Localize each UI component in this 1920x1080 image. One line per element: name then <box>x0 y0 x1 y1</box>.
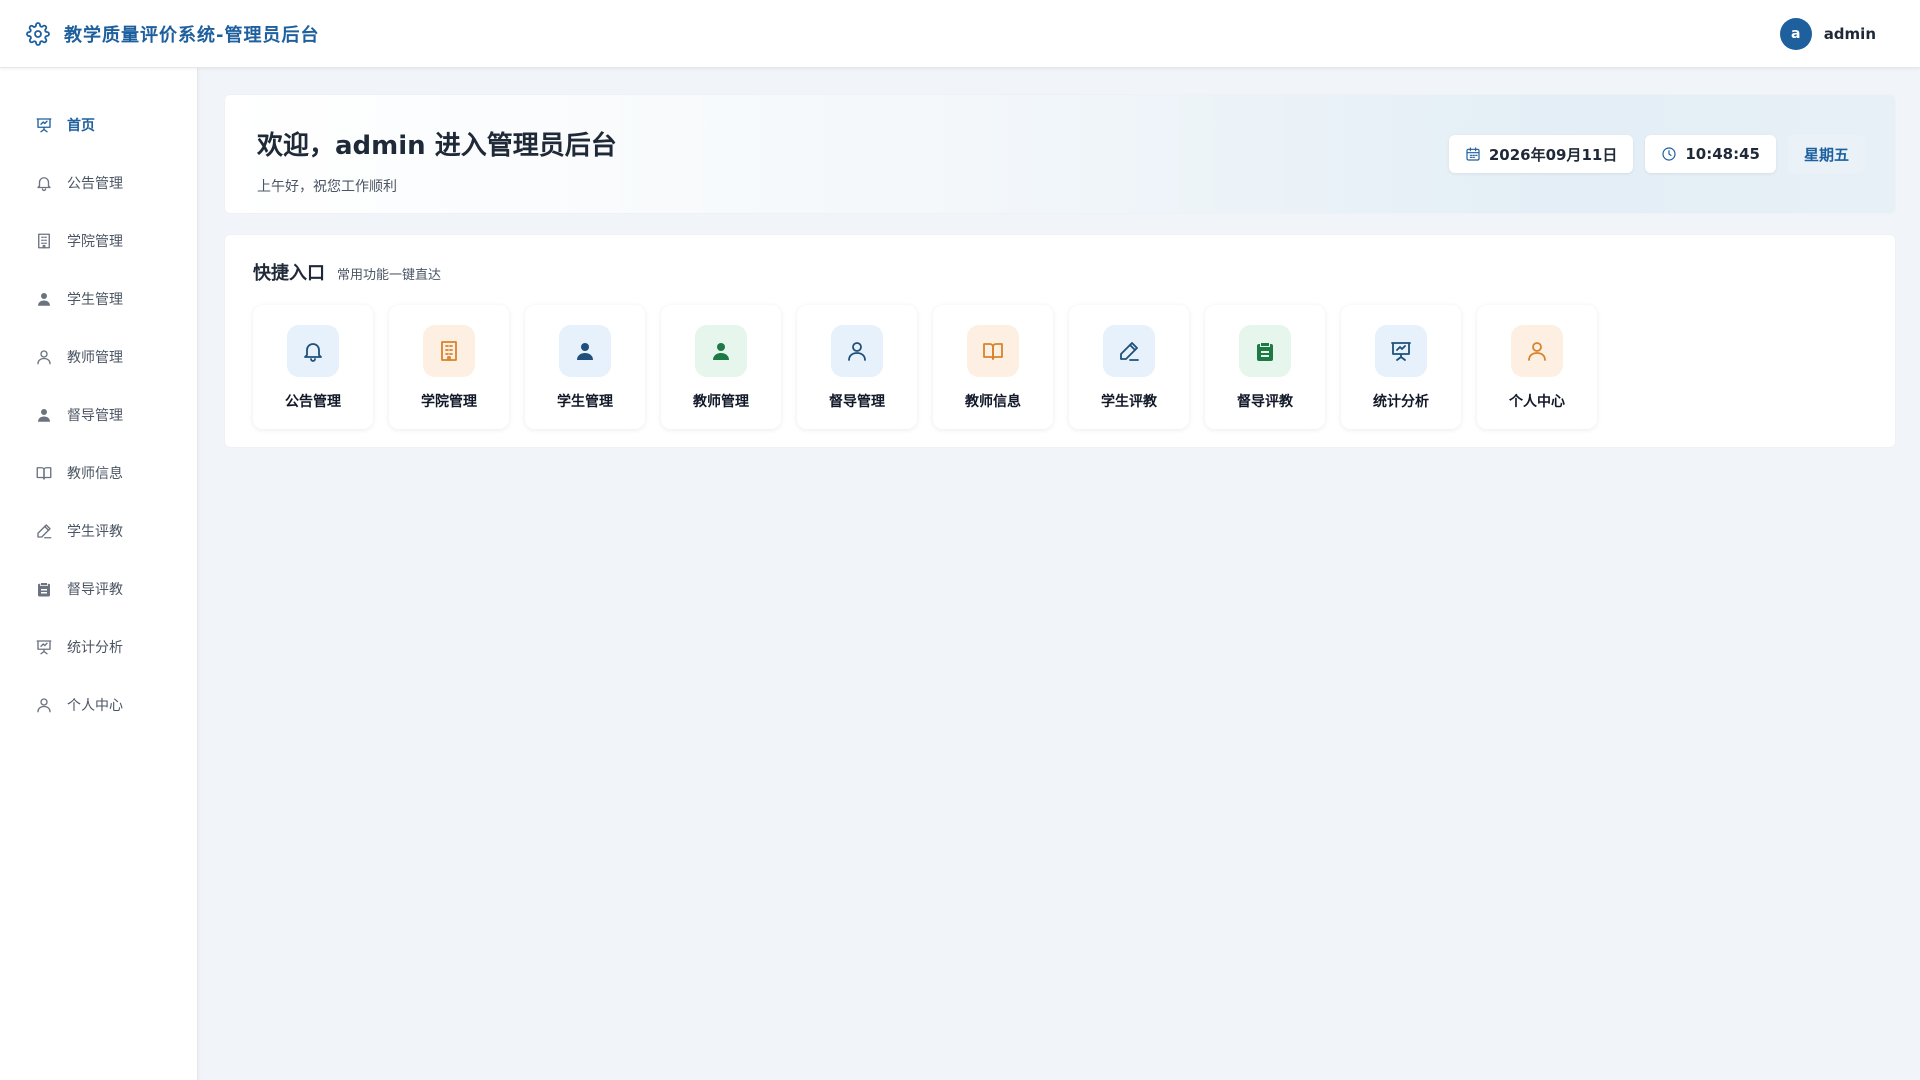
user-filled-icon <box>35 406 53 424</box>
sidebar-item-4[interactable]: 教师管理 <box>0 328 197 386</box>
sidebar-item-3[interactable]: 学生管理 <box>0 270 197 328</box>
sidebar-item-label: 学生管理 <box>67 292 123 308</box>
clipboard-icon <box>35 580 53 598</box>
time-text: 10:48:45 <box>1685 145 1760 163</box>
weekday-text: 星期五 <box>1803 145 1849 164</box>
weekday-chip: 星期五 <box>1787 135 1865 173</box>
pen-icon <box>1103 325 1155 377</box>
brand: 教学质量评价系统-管理员后台 <box>26 21 319 47</box>
sidebar-item-2[interactable]: 学院管理 <box>0 212 197 270</box>
quick-card-label: 学生评教 <box>1101 394 1157 410</box>
top-bar: 教学质量评价系统-管理员后台 a admin <box>0 0 1920 68</box>
date-time-chips: 2026年09月11日 10:48:45 星期五 <box>1448 135 1865 173</box>
clock-icon <box>1661 146 1677 162</box>
presentation-chart-icon <box>35 116 53 134</box>
sidebar-item-5[interactable]: 督导管理 <box>0 386 197 444</box>
quick-card-6[interactable]: 学生评教 <box>1069 305 1189 429</box>
user-filled-icon <box>695 325 747 377</box>
quick-card-label: 学院管理 <box>421 394 477 410</box>
quick-card-2[interactable]: 学生管理 <box>525 305 645 429</box>
sidebar-item-6[interactable]: 教师信息 <box>0 444 197 502</box>
user-outline-icon <box>1511 325 1563 377</box>
quick-card-5[interactable]: 教师信息 <box>933 305 1053 429</box>
quick-card-label: 统计分析 <box>1373 394 1429 410</box>
quick-card-0[interactable]: 公告管理 <box>253 305 373 429</box>
avatar[interactable]: a <box>1779 17 1812 50</box>
app-title: 教学质量评价系统-管理员后台 <box>64 24 320 46</box>
quick-card-3[interactable]: 教师管理 <box>661 305 781 429</box>
quick-access-title: 快捷入口 <box>253 263 325 284</box>
quick-card-label: 督导管理 <box>829 394 885 410</box>
bell-icon <box>287 325 339 377</box>
sidebar-item-label: 个人中心 <box>67 698 123 714</box>
sidebar-item-label: 督导评教 <box>67 582 123 598</box>
sidebar-item-7[interactable]: 学生评教 <box>0 502 197 560</box>
sidebar-item-label: 学院管理 <box>67 234 123 250</box>
book-icon <box>967 325 1019 377</box>
sidebar-item-1[interactable]: 公告管理 <box>0 154 197 212</box>
sidebar-item-9[interactable]: 统计分析 <box>0 618 197 676</box>
user-filled-icon <box>35 290 53 308</box>
user-outline-icon <box>35 696 53 714</box>
clipboard-icon <box>1239 325 1291 377</box>
quick-card-label: 督导评教 <box>1237 394 1293 410</box>
quick-access-cards: 公告管理 学院管理 学生管理 教师管理 督导管理 教师信息 学生评教 督导评教 统计分析 个人中心 <box>253 305 1867 429</box>
time-chip: 10:48:45 <box>1645 135 1776 173</box>
user-filled-icon <box>559 325 611 377</box>
calendar-icon <box>1465 146 1481 162</box>
welcome-subtitle: 上午好，祝您工作顺利 <box>257 179 397 195</box>
quick-card-label: 学生管理 <box>557 394 613 410</box>
quick-card-label: 公告管理 <box>285 394 341 410</box>
sidebar-item-0[interactable]: 首页 <box>0 96 197 154</box>
sidebar-item-label: 教师管理 <box>67 350 123 366</box>
sidebar-item-label: 公告管理 <box>67 176 123 192</box>
date-chip: 2026年09月11日 <box>1448 135 1634 173</box>
sidebar-item-label: 教师信息 <box>67 466 123 482</box>
user-outline-icon <box>831 325 883 377</box>
quick-card-9[interactable]: 个人中心 <box>1477 305 1597 429</box>
main-content: 欢迎，admin 进入管理员后台 上午好，祝您工作顺利 2026年09月11日 … <box>224 94 1896 448</box>
book-icon <box>35 464 53 482</box>
sidebar-item-label: 学生评教 <box>67 524 123 540</box>
pen-icon <box>35 522 53 540</box>
quick-card-7[interactable]: 督导评教 <box>1205 305 1325 429</box>
welcome-panel: 欢迎，admin 进入管理员后台 上午好，祝您工作顺利 2026年09月11日 … <box>224 94 1896 214</box>
presentation-chart-icon <box>35 638 53 656</box>
quick-card-8[interactable]: 统计分析 <box>1341 305 1461 429</box>
quick-access-panel: 快捷入口 常用功能一键直达 公告管理 学院管理 学生管理 教师管理 督导管理 教师信息 学生… <box>224 234 1896 448</box>
sidebar-item-label: 首页 <box>67 118 95 134</box>
gear-icon[interactable] <box>26 21 50 46</box>
username[interactable]: admin <box>1824 25 1876 43</box>
sidebar-item-label: 统计分析 <box>67 640 123 656</box>
sidebar-item-10[interactable]: 个人中心 <box>0 676 197 734</box>
date-text: 2026年09月11日 <box>1488 145 1618 164</box>
presentation-chart-icon <box>1375 325 1427 377</box>
sidebar-item-8[interactable]: 督导评教 <box>0 560 197 618</box>
user-menu[interactable]: a admin <box>1779 17 1894 50</box>
quick-card-label: 教师管理 <box>693 394 749 410</box>
building-icon <box>423 325 475 377</box>
quick-card-1[interactable]: 学院管理 <box>389 305 509 429</box>
quick-access-subtitle: 常用功能一键直达 <box>337 268 442 283</box>
bell-icon <box>35 174 53 192</box>
quick-card-label: 教师信息 <box>965 394 1021 410</box>
quick-card-4[interactable]: 督导管理 <box>797 305 917 429</box>
sidebar-item-label: 督导管理 <box>67 408 123 424</box>
building-icon <box>35 232 53 250</box>
quick-card-label: 个人中心 <box>1509 394 1565 410</box>
user-outline-icon <box>35 348 53 366</box>
sidebar: 首页公告管理学院管理学生管理教师管理督导管理教师信息学生评教督导评教统计分析个人… <box>0 68 198 1080</box>
